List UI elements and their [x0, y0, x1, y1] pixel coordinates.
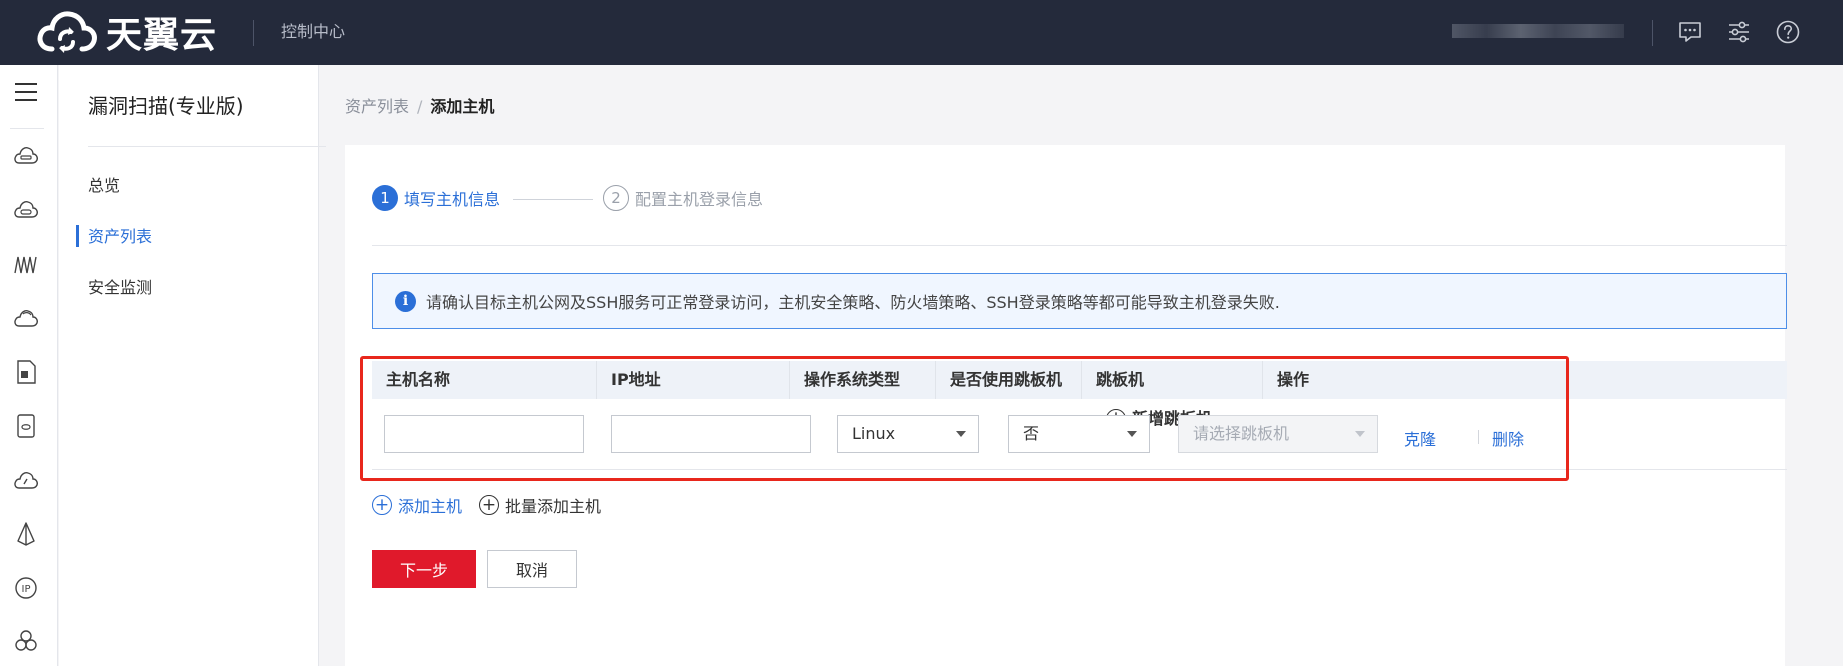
masked-username[interactable]: [1452, 24, 1624, 38]
info-notice: i 请确认目标主机公网及SSH服务可正常登录访问，主机安全策略、防火墙策略、SS…: [372, 273, 1787, 329]
product-icon-bar: IP: [0, 65, 58, 666]
plus-circle-icon: +: [372, 495, 392, 515]
cloud-icon[interactable]: [13, 305, 39, 331]
brand-name: 天翼云: [106, 15, 218, 56]
batch-add-host-button[interactable]: + 批量添加主机: [479, 493, 601, 517]
next-step-button[interactable]: 下一步: [372, 550, 476, 588]
step-connector: [513, 199, 593, 200]
divider: [88, 146, 326, 147]
sidebar-item-overview[interactable]: 总览: [88, 175, 120, 197]
plus-circle-icon: +: [479, 495, 499, 515]
top-bar: 天翼云 控制中心: [0, 0, 1843, 65]
ip-icon[interactable]: IP: [13, 575, 39, 601]
divider: [372, 245, 1787, 246]
cloud-disk-icon[interactable]: [13, 197, 39, 223]
monitor-icon[interactable]: [13, 467, 39, 493]
cancel-button[interactable]: 取消: [487, 550, 577, 588]
menu-icon[interactable]: [13, 79, 39, 105]
step-number: 2: [603, 185, 629, 211]
breadcrumb-parent[interactable]: 资产列表: [345, 97, 409, 116]
notice-text: 请确认目标主机公网及SSH服务可正常登录访问，主机安全策略、防火墙策略、SSH登…: [426, 293, 1280, 312]
svg-text:IP: IP: [22, 584, 31, 595]
settings-sliders-icon[interactable]: [1725, 18, 1753, 46]
batch-add-host-label: 批量添加主机: [505, 497, 602, 516]
step-label: 填写主机信息: [404, 190, 501, 209]
side-nav: 漏洞扫描(专业版) 总览 资产列表 安全监测: [59, 65, 326, 666]
help-icon[interactable]: [1774, 18, 1802, 46]
storage-icon[interactable]: [13, 413, 39, 439]
sidebar-item-asset-list[interactable]: 资产列表: [88, 226, 152, 248]
breadcrumb-separator: /: [417, 97, 423, 116]
breadcrumb: 资产列表 / 添加主机: [345, 93, 494, 117]
highlight-annotation-box: [360, 356, 1569, 481]
breadcrumb-current: 添加主机: [430, 97, 495, 116]
add-host-button[interactable]: + 添加主机: [372, 493, 462, 517]
step-2: 2 配置主机登录信息: [603, 185, 763, 211]
step-label: 配置主机登录信息: [635, 190, 764, 209]
add-host-label: 添加主机: [398, 497, 463, 516]
message-icon[interactable]: [1676, 18, 1704, 46]
network-icon[interactable]: [13, 251, 39, 277]
info-icon: i: [395, 290, 416, 312]
divider: [253, 20, 254, 46]
cloud-logo-icon: [37, 11, 97, 53]
deploy-icon[interactable]: [13, 521, 39, 547]
console-link[interactable]: 控制中心: [281, 20, 345, 44]
document-icon[interactable]: [13, 359, 39, 385]
cloud-host-icon[interactable]: [13, 143, 39, 169]
divider: [1652, 20, 1653, 46]
cluster-icon[interactable]: [13, 628, 39, 654]
step-1: 1 填写主机信息: [372, 185, 500, 211]
sidebar-item-security-monitoring[interactable]: 安全监测: [88, 277, 152, 299]
page-scrollbar[interactable]: [1832, 65, 1843, 666]
active-indicator: [76, 225, 79, 247]
product-title: 漏洞扫描(专业版): [88, 94, 244, 118]
divider: [10, 128, 44, 129]
brand-logo[interactable]: 天翼云: [36, 4, 217, 60]
step-number: 1: [372, 185, 398, 211]
